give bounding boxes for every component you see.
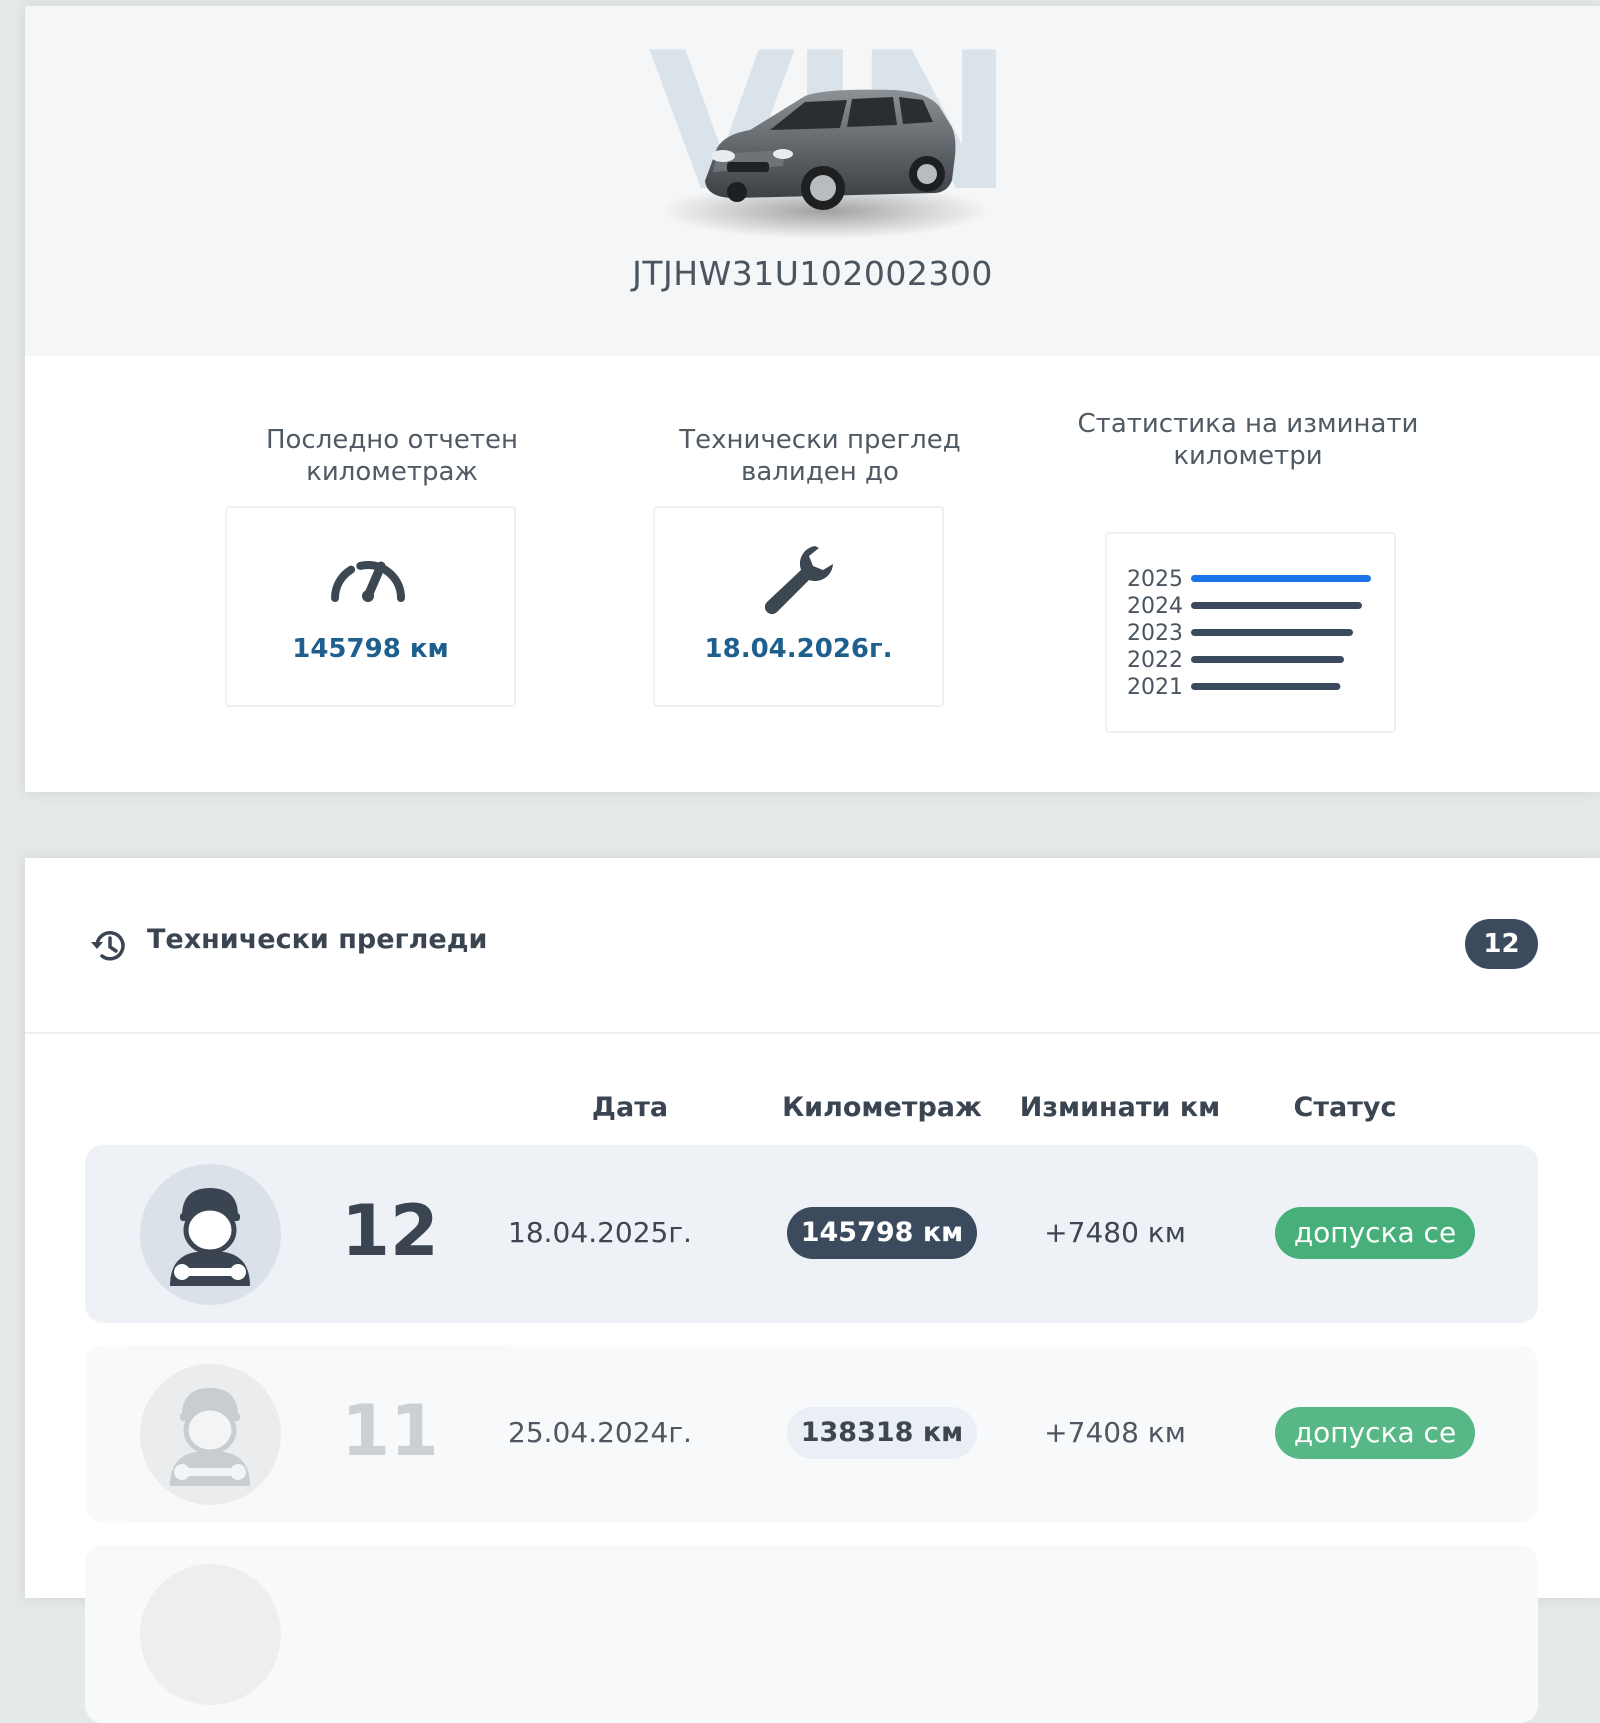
inspection-number: 11	[341, 1390, 439, 1472]
distance-delta: +7480 км	[1044, 1216, 1186, 1249]
inspections-count-badge: 12	[1465, 919, 1538, 969]
chart-tick-label: 2021	[1127, 675, 1183, 700]
distance-chart: 20252024202320222021	[1127, 567, 1371, 700]
inspection-label: Технически преглед валиден до	[679, 425, 961, 487]
inspection-box: 18.04.2026г.	[653, 506, 944, 707]
column-header-mileage: Километраж	[782, 1092, 982, 1123]
chart-tick-label: 2023	[1127, 621, 1183, 646]
chart-bar	[1191, 629, 1353, 636]
chart-tick-label: 2025	[1127, 567, 1183, 592]
distance-delta: +7408 км	[1044, 1416, 1186, 1449]
mileage-label: Последно отчетен километраж	[265, 425, 519, 487]
chart-bar	[1191, 602, 1362, 609]
table-row[interactable]: 12 18.04.2025г. 145798 км +7480 км допус…	[85, 1145, 1538, 1323]
chart-bar	[1191, 656, 1344, 663]
column-header-date: Дата	[591, 1092, 669, 1123]
chart-tick-label: 2024	[1127, 594, 1183, 619]
column-header-status: Статус	[1293, 1092, 1397, 1123]
inspections-card: Технически прегледи 12 Дата Километраж И…	[25, 858, 1600, 1723]
vin-code: JTJHW31U102002300	[632, 254, 993, 293]
column-header-distance: Изминати км	[1019, 1092, 1221, 1123]
wrench-icon	[764, 546, 833, 615]
inspections-header: Технически прегледи 12	[25, 858, 1600, 1034]
chart-bar	[1191, 683, 1341, 690]
vehicle-summary-card: VIN	[25, 6, 1600, 792]
chart-bar	[1191, 575, 1371, 582]
status-badge: допуска се	[1275, 1207, 1475, 1259]
mechanic-avatar	[140, 1364, 281, 1505]
history-icon	[91, 931, 125, 961]
distance-label: Статистика на изминати километри	[1077, 409, 1419, 471]
car-image	[660, 76, 990, 246]
status-badge: допуска се	[1275, 1407, 1475, 1459]
vin-header: VIN	[25, 6, 1600, 356]
mechanic-avatar	[140, 1164, 281, 1305]
table-row[interactable]: 11 25.04.2024г. 138318 км +7408 км допус…	[85, 1345, 1538, 1523]
mileage-box: 145798 км	[225, 506, 516, 707]
inspection-value: 18.04.2026г.	[704, 634, 893, 664]
speedometer-icon	[331, 561, 405, 602]
mechanic-icon	[170, 1188, 250, 1286]
mileage-pill: 145798 км	[787, 1207, 977, 1259]
inspection-date: 25.04.2024г.	[508, 1416, 692, 1449]
mechanic-icon	[170, 1388, 250, 1486]
car-icon	[660, 89, 990, 239]
inspections-title: Технически прегледи	[147, 924, 488, 955]
mechanic-avatar	[140, 1564, 281, 1705]
inspection-number: 12	[341, 1190, 439, 1272]
table-row[interactable]	[85, 1545, 1538, 1723]
distance-chart-box: 2025 2024 2023 2022 2021	[1105, 532, 1396, 733]
mileage-pill: 138318 км	[787, 1407, 977, 1459]
mileage-value: 145798 км	[292, 634, 449, 664]
inspection-date: 18.04.2025г.	[508, 1216, 692, 1249]
chart-tick-label: 2022	[1127, 648, 1183, 673]
